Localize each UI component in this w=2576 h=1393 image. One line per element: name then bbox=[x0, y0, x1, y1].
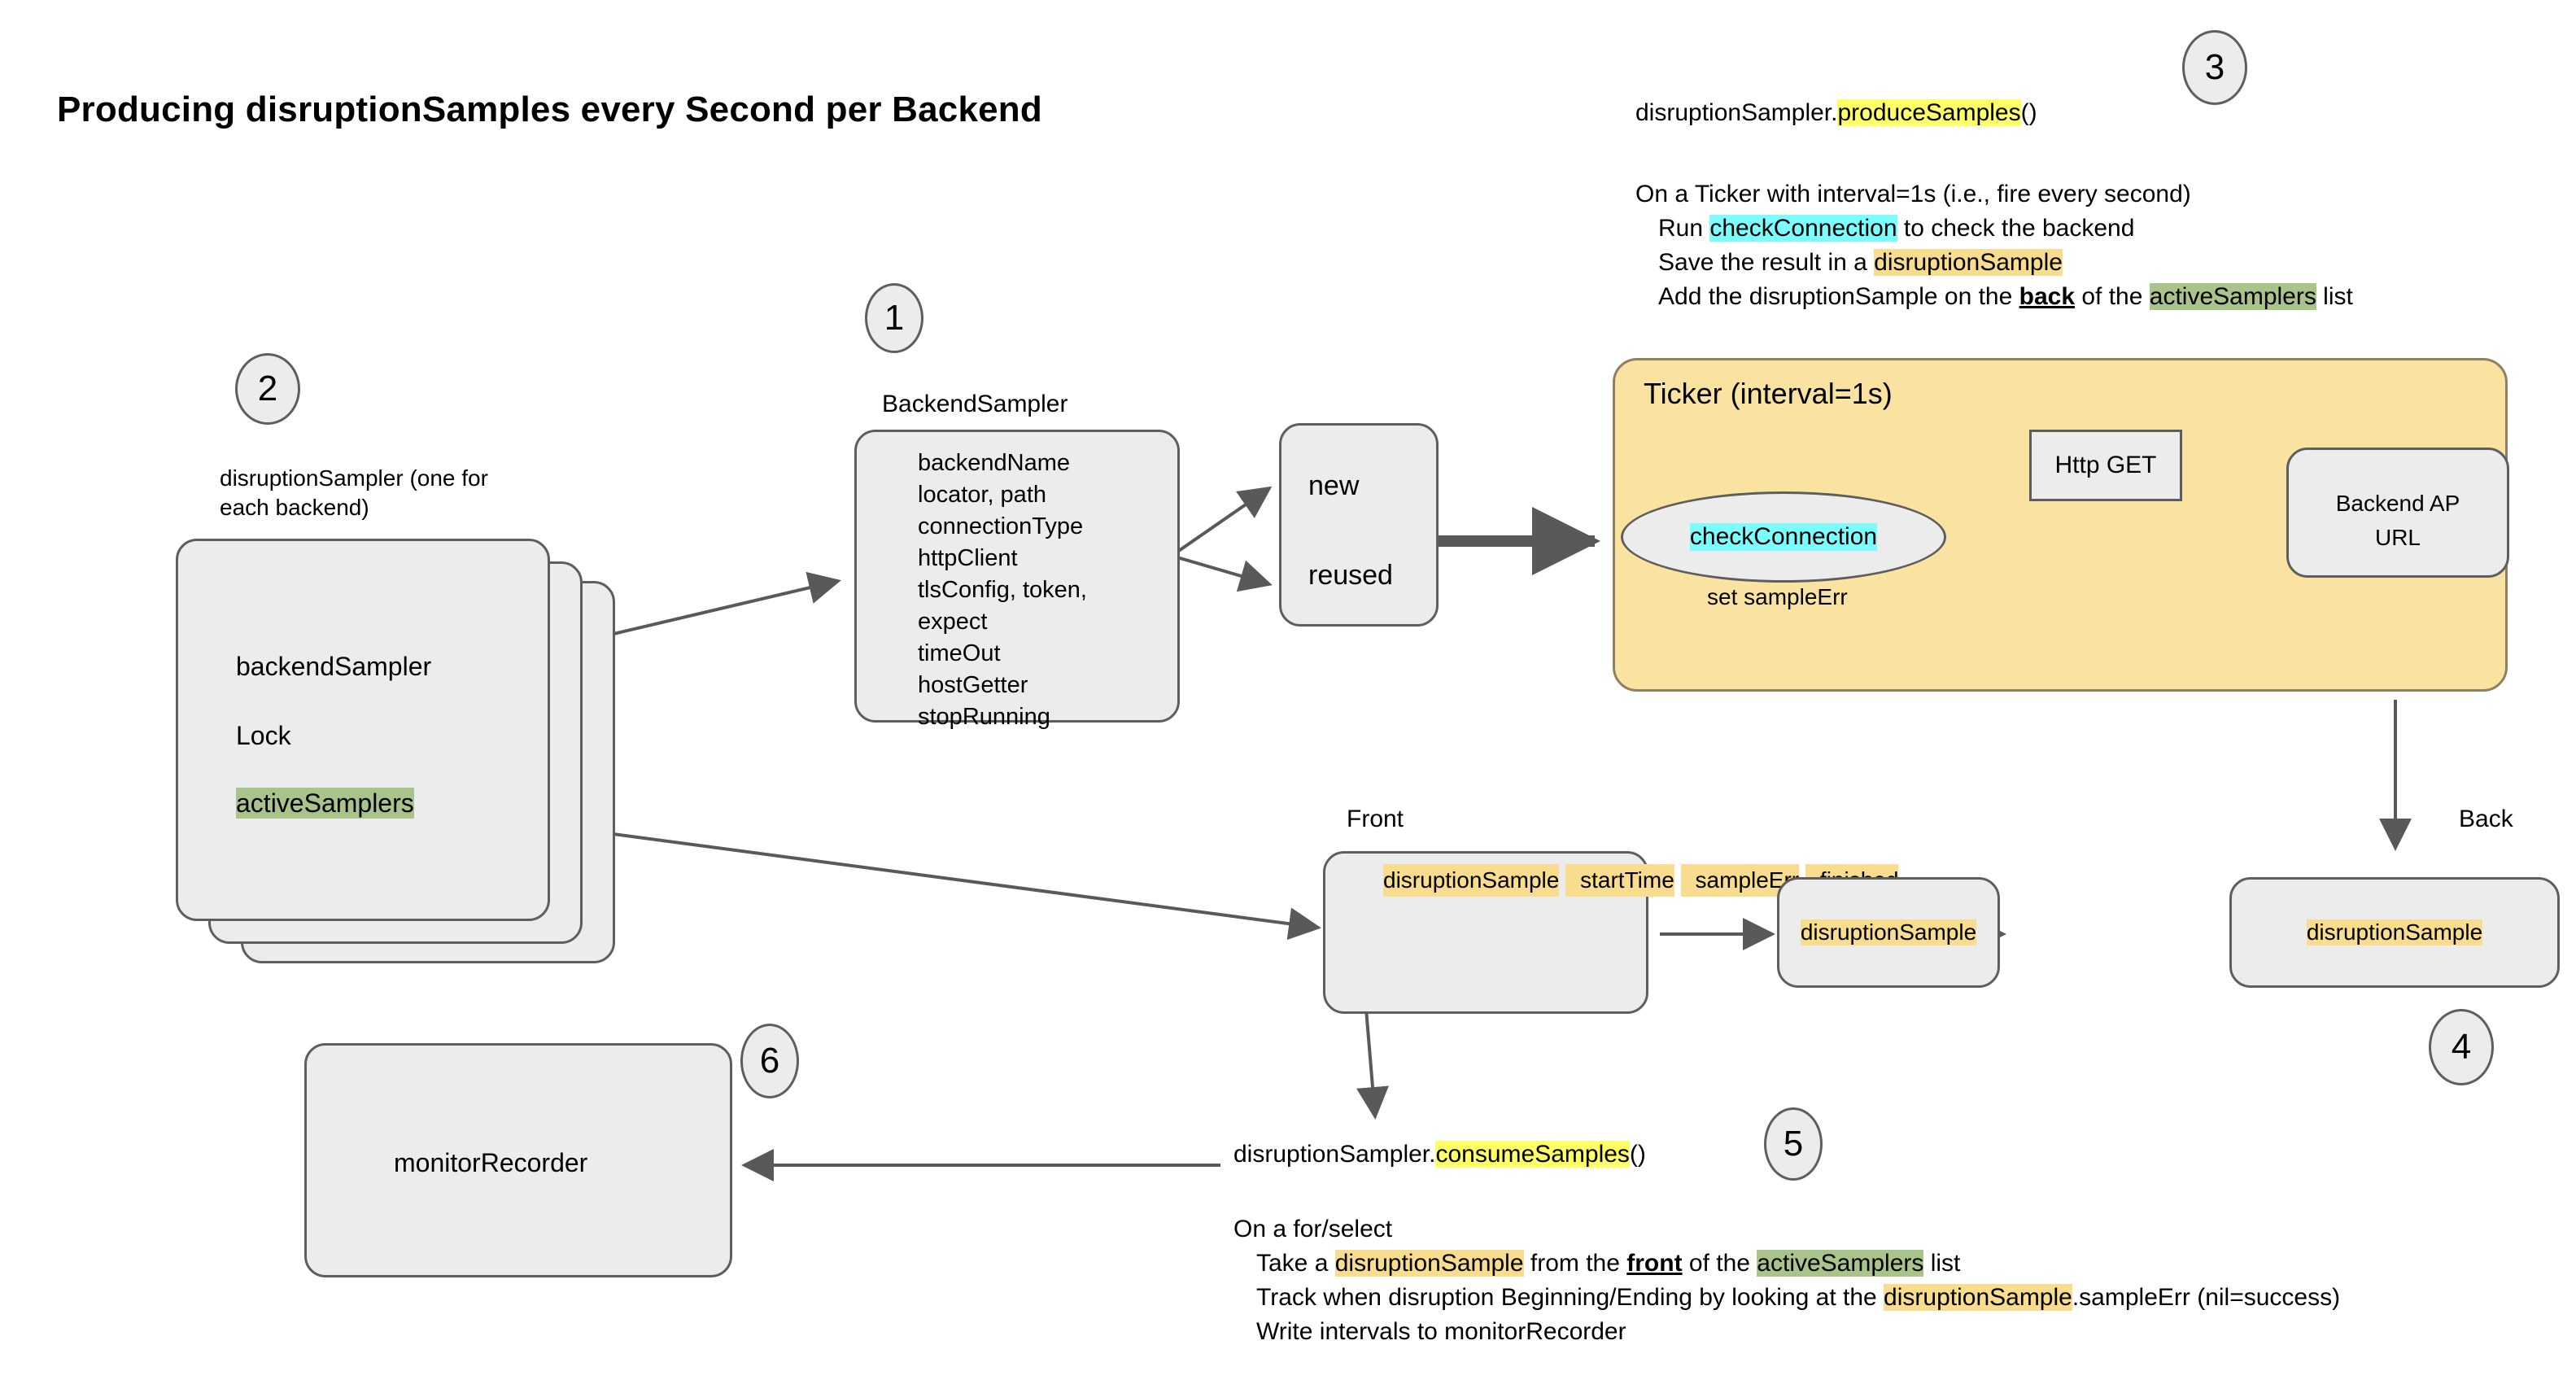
http-client-state-box bbox=[1279, 423, 1439, 627]
consume-step-line-1: On a for/select bbox=[1233, 1216, 1393, 1242]
disruption-sampler-caption-line1: disruptionSampler (one for bbox=[220, 465, 488, 491]
backend-sampler-field-5: expect bbox=[918, 609, 988, 635]
queue-back-label: Back bbox=[2459, 806, 2513, 832]
http-client-state-new: new bbox=[1308, 470, 1360, 501]
consume-step-line-3: Track when disruption Beginning/Ending b… bbox=[1233, 1281, 2340, 1315]
backend-sampler-field-3: httpClient bbox=[918, 545, 1018, 571]
field-backend-sampler: backendSampler bbox=[236, 652, 432, 681]
produce-line3-pre: Save the result in a bbox=[1658, 249, 1875, 276]
produce-line2-post: to check the backend bbox=[1897, 215, 2135, 242]
queue-item-1-name: disruptionSample bbox=[1383, 864, 1560, 897]
backend-sampler-field-8: stopRunning bbox=[918, 704, 1050, 730]
disruption-sampler-card-front bbox=[176, 539, 550, 921]
queue-front-label: Front bbox=[1347, 806, 1404, 832]
step-marker-1: 1 bbox=[865, 283, 923, 353]
produce-line4-pre: Add the disruptionSample on the bbox=[1658, 283, 2019, 310]
backend-sampler-field-0: backendName bbox=[918, 450, 1070, 476]
produce-call-method: produceSamples bbox=[1837, 99, 2021, 126]
backend-sampler-field-7: hostGetter bbox=[918, 672, 1028, 698]
queue-item-3: disruptionSample bbox=[2229, 877, 2560, 988]
produce-step-line-3: Save the result in a disruptionSample bbox=[1635, 246, 2353, 280]
produce-samples-call: disruptionSampler.produceSamples() bbox=[1635, 99, 2037, 127]
backend-sampler-field-4: tlsConfig, token, bbox=[918, 577, 1087, 603]
queue-item-3-name: disruptionSample bbox=[2306, 919, 2483, 945]
step-marker-5: 5 bbox=[1764, 1107, 1823, 1181]
queue-item-2-name: disruptionSample bbox=[1800, 919, 1977, 945]
http-client-state-reused: reused bbox=[1308, 560, 1393, 591]
consume-samples-call: disruptionSampler.consumeSamples() bbox=[1233, 1141, 1646, 1168]
consume-step-line-2: Take a disruptionSample from the front o… bbox=[1233, 1247, 2340, 1281]
check-connection-ellipse: checkConnection bbox=[1621, 491, 1946, 583]
produce-line4-bold: back bbox=[2019, 283, 2076, 310]
consume-call-prefix: disruptionSampler. bbox=[1233, 1141, 1436, 1168]
produce-call-prefix: disruptionSampler. bbox=[1635, 99, 1838, 126]
produce-line3-highlight: disruptionSample bbox=[1874, 249, 2063, 276]
backend-api-url-line2: URL bbox=[2374, 525, 2421, 550]
consume-line3-post: .sampleErr (nil=success) bbox=[2072, 1284, 2341, 1311]
backend-sampler-field-6: timeOut bbox=[918, 640, 1001, 666]
monitor-recorder-label: monitorRecorder bbox=[394, 1148, 588, 1177]
disruption-sampler-caption: disruptionSampler (one for each backend) bbox=[220, 464, 561, 522]
field-lock: Lock bbox=[236, 721, 291, 750]
consume-line2-pre: Take a bbox=[1256, 1250, 1335, 1277]
produce-step-line-4: Add the disruptionSample on the back of … bbox=[1635, 280, 2353, 314]
step-marker-6: 6 bbox=[740, 1024, 799, 1098]
disruption-sampler-caption-line2: each backend) bbox=[220, 495, 369, 520]
backend-sampler-fields: backendName locator, path connectionType… bbox=[918, 448, 1087, 733]
consume-call-method: consumeSamples bbox=[1435, 1141, 1630, 1168]
ticker-title: Ticker (interval=1s) bbox=[1644, 377, 1893, 410]
produce-line2-highlight: checkConnection bbox=[1709, 215, 1897, 242]
consume-line2-highlight-1: disruptionSample bbox=[1334, 1250, 1524, 1277]
produce-step-line-1: On a Ticker with interval=1s (i.e., fire… bbox=[1635, 181, 2191, 207]
check-connection-label: checkConnection bbox=[1689, 523, 1878, 551]
backend-sampler-field-1: locator, path bbox=[918, 482, 1046, 508]
consume-line2-bold: front bbox=[1626, 1250, 1683, 1277]
backend-sampler-field-2: connectionType bbox=[918, 513, 1084, 539]
page-title: Producing disruptionSamples every Second… bbox=[57, 90, 1042, 129]
http-get-box: Http GET bbox=[2029, 430, 2182, 501]
consume-step-line-4: Write intervals to monitorRecorder bbox=[1256, 1318, 1626, 1345]
diagram-canvas: Producing disruptionSamples every Second… bbox=[0, 0, 2576, 1393]
produce-line4-post: list bbox=[2316, 283, 2353, 310]
backend-api-url-label: Backend AP URL bbox=[2331, 487, 2465, 555]
step-marker-2: 2 bbox=[235, 353, 300, 425]
consume-line2-mid-2: of the bbox=[1682, 1250, 1757, 1277]
step-marker-3: 3 bbox=[2182, 30, 2247, 105]
consume-line2-mid-1: from the bbox=[1523, 1250, 1627, 1277]
produce-step-line-2: Run checkConnection to check the backend bbox=[1635, 212, 2353, 246]
consume-line3-pre: Track when disruption Beginning/Ending b… bbox=[1256, 1284, 1884, 1311]
backend-sampler-caption: BackendSampler bbox=[882, 391, 1068, 417]
produce-call-suffix: () bbox=[2020, 99, 2037, 126]
consume-call-suffix: () bbox=[1629, 1141, 1646, 1168]
step-marker-4: 4 bbox=[2429, 1009, 2494, 1085]
set-sample-err-label: set sampleErr bbox=[1707, 584, 1848, 609]
produce-samples-steps: On a Ticker with interval=1s (i.e., fire… bbox=[1635, 177, 2353, 314]
produce-line2-pre: Run bbox=[1658, 215, 1710, 242]
queue-item-1-field-0: startTime bbox=[1565, 864, 1674, 897]
produce-line4-mid: of the bbox=[2075, 283, 2150, 310]
consume-line2-highlight-2: activeSamplers bbox=[1757, 1250, 1924, 1277]
produce-line4-highlight: activeSamplers bbox=[2149, 283, 2316, 310]
http-get-label: Http GET bbox=[2054, 452, 2157, 478]
backend-api-url-line1: Backend AP bbox=[2335, 491, 2460, 516]
consume-line2-post: list bbox=[1923, 1250, 1961, 1277]
consume-samples-steps: On a for/select Take a disruptionSample … bbox=[1233, 1212, 2340, 1349]
consume-line3-highlight: disruptionSample bbox=[1884, 1284, 2072, 1311]
field-active-samplers: activeSamplers bbox=[236, 788, 414, 819]
queue-item-2: disruptionSample bbox=[1777, 877, 2000, 988]
